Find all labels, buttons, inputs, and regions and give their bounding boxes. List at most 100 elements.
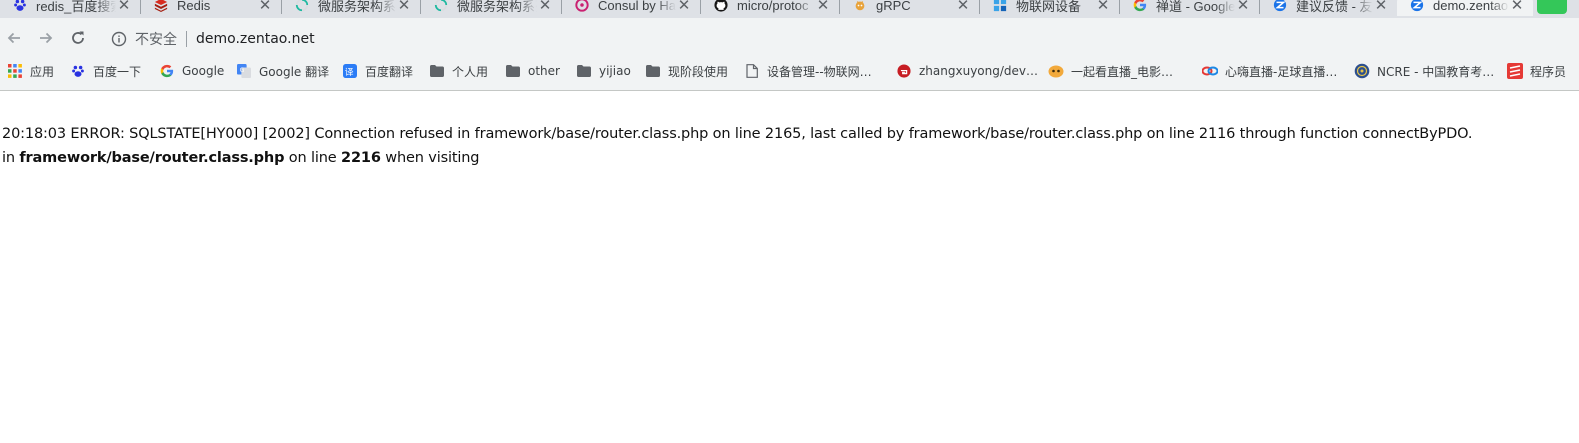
error-suffix: when visiting	[380, 150, 480, 166]
coder-icon	[1507, 63, 1523, 79]
bookmark-gitee[interactable]: zhangxuyong/dev…	[896, 59, 1038, 83]
bookmark-baidu-translate[interactable]: 译 百度翻译	[342, 59, 413, 83]
error-mid-text: on line	[284, 150, 342, 166]
tab-title: redis_百度搜索	[36, 0, 116, 14]
apps-grid-icon	[7, 63, 23, 79]
bookmark-xinhai-live[interactable]: 心嗨直播-足球直播…	[1202, 59, 1337, 83]
folder-icon	[645, 63, 661, 79]
error-prefix: in	[2, 150, 20, 166]
arrow-left-icon	[7, 32, 20, 44]
bookmark-label: other	[528, 64, 560, 78]
error-line-number: 2216	[341, 150, 381, 166]
close-icon[interactable]: ✕	[396, 0, 412, 14]
live-icon	[1048, 63, 1064, 79]
folder-icon	[576, 63, 592, 79]
bookmark-coder[interactable]: 程序员	[1507, 59, 1566, 83]
bookmark-device-management[interactable]: 设备管理--物联网…	[744, 59, 872, 83]
close-icon[interactable]: ✕	[1509, 0, 1525, 14]
loading-spinner-icon	[433, 0, 449, 13]
loading-spinner-icon	[294, 0, 310, 13]
gitee-icon	[896, 63, 912, 79]
tab-title: demo.zentao	[1433, 0, 1509, 13]
bookmark-folder-current[interactable]: 现阶段使用	[645, 59, 728, 83]
bookmark-label: 程序员	[1530, 64, 1567, 79]
svg-text:G: G	[240, 67, 245, 74]
bookmark-live-movie[interactable]: 一起看直播_电影…	[1048, 59, 1173, 83]
bookmark-baidu[interactable]: 百度一下	[70, 59, 141, 83]
tab-microservice-1[interactable]: 微服务架构系列 ✕	[282, 0, 420, 16]
info-icon[interactable]	[111, 31, 127, 47]
folder-icon	[429, 63, 445, 79]
bookmark-apps[interactable]: 应用	[7, 59, 54, 83]
ncre-icon	[1354, 63, 1370, 79]
close-icon[interactable]: ✕	[1235, 0, 1251, 14]
close-icon[interactable]: ✕	[1373, 0, 1389, 14]
reload-icon	[72, 31, 84, 44]
bookmark-google-translate[interactable]: G Google 翻译	[236, 59, 329, 83]
tab-redis-baidu[interactable]: redis_百度搜索 ✕	[0, 0, 140, 16]
forward-button[interactable]	[33, 25, 59, 51]
tab-title: micro/protoc	[737, 0, 809, 13]
tab-chandao-google[interactable]: 禅道 - Google ✕	[1120, 0, 1259, 16]
bookmark-label: 现阶段使用	[668, 64, 729, 79]
xinhai-icon	[1202, 63, 1218, 79]
zentao-icon	[1272, 0, 1288, 13]
bookmark-folder-other[interactable]: other	[505, 59, 560, 83]
bookmark-label: 百度翻译	[365, 64, 414, 79]
bookmark-label: 百度一下	[93, 64, 142, 79]
tab-grpc[interactable]: gRPC ✕	[840, 0, 979, 16]
tab-title: gRPC	[876, 0, 911, 13]
close-icon[interactable]: ✕	[257, 0, 273, 14]
omnibox-divider	[186, 31, 187, 47]
tab-microservice-2[interactable]: 微服务架构系列 ✕	[421, 0, 561, 16]
baidu-paw-icon	[70, 63, 86, 79]
tab-demo-zentao[interactable]: demo.zentao ✕	[1397, 0, 1533, 16]
close-icon[interactable]: ✕	[955, 0, 971, 14]
close-icon[interactable]: ✕	[116, 0, 132, 14]
tab-title: 建议反馈 - 友	[1296, 0, 1373, 14]
page-content: 20:18:03 ERROR: SQLSTATE[HY000] [2002] C…	[0, 91, 1579, 443]
google-translate-icon: G	[236, 63, 252, 79]
bookmark-folder-yijiao[interactable]: yijiao	[576, 59, 631, 83]
google-g-icon	[159, 63, 175, 79]
tab-title: 微服务架构系列	[457, 0, 537, 14]
tab-consul[interactable]: Consul by HashiCorp ✕	[562, 0, 700, 16]
folder-icon	[505, 63, 521, 79]
bookmark-label: 一起看直播_电影…	[1071, 64, 1174, 79]
arrow-right-icon	[40, 32, 53, 44]
grpc-icon	[852, 0, 868, 13]
reload-button[interactable]	[65, 25, 91, 51]
security-label[interactable]: 不安全	[135, 29, 177, 49]
tab-redis[interactable]: Redis ✕	[141, 0, 281, 16]
back-button[interactable]	[1, 25, 27, 51]
new-tab-extension-icon[interactable]	[1537, 0, 1567, 14]
error-message-line-1: 20:18:03 ERROR: SQLSTATE[HY000] [2002] C…	[2, 126, 1473, 142]
google-g-icon	[1132, 0, 1148, 13]
consul-icon	[574, 0, 590, 13]
zentao-icon	[1409, 0, 1425, 13]
tab-micro-protoc[interactable]: micro/protoc ✕	[701, 0, 839, 16]
bookmark-google[interactable]: Google	[159, 59, 224, 83]
tab-iot-device[interactable]: 物联网设备 ✕	[980, 0, 1119, 16]
bookmark-label: 设备管理--物联网…	[767, 64, 872, 79]
bookmark-label: Google 翻译	[259, 64, 330, 79]
baidu-translate-icon: 译	[342, 63, 358, 79]
tab-title: Consul by HashiCorp	[598, 0, 676, 13]
close-icon[interactable]: ✕	[815, 0, 831, 14]
tab-title: 物联网设备	[1016, 0, 1082, 14]
bookmark-label: Google	[182, 64, 225, 78]
tab-title: Redis	[177, 0, 211, 13]
close-icon[interactable]: ✕	[1095, 0, 1111, 14]
bookmarks-bar: 应用 百度一下 Google G Google 翻译 译 百度翻译 个人用 ot…	[0, 59, 1579, 83]
bookmark-folder-personal[interactable]: 个人用	[429, 59, 488, 83]
close-icon[interactable]: ✕	[676, 0, 692, 14]
address-bar[interactable]: 不安全 demo.zentao.net	[100, 25, 1579, 53]
tab-feedback[interactable]: 建议反馈 - 友 ✕	[1260, 0, 1397, 16]
error-message-line-2: in framework/base/router.class.php on li…	[2, 150, 480, 166]
browser-chrome: redis_百度搜索 ✕ Redis ✕ 微服务架构系列 ✕ 微服务架构系列 ✕	[0, 0, 1579, 91]
close-icon[interactable]: ✕	[537, 0, 553, 14]
bookmark-label: 个人用	[452, 64, 489, 79]
bookmark-ncre[interactable]: NCRE - 中国教育考…	[1354, 59, 1494, 83]
url-text[interactable]: demo.zentao.net	[196, 31, 315, 47]
bookmark-label: NCRE - 中国教育考…	[1377, 64, 1495, 79]
